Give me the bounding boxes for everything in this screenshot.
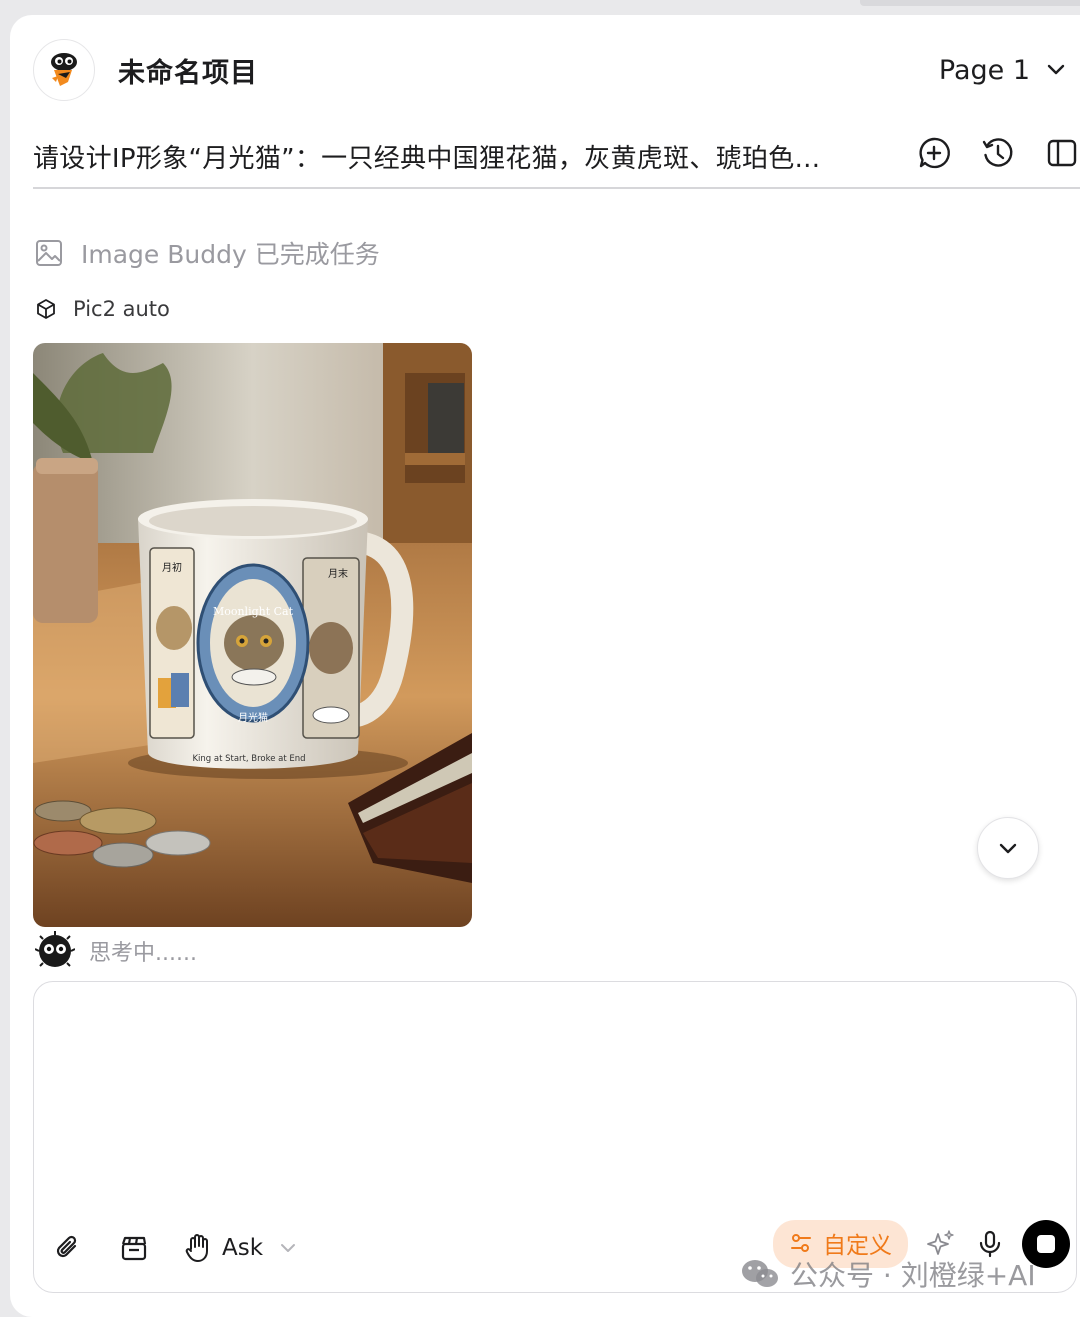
mug-badge-top: Moonlight Cat	[213, 605, 294, 618]
customize-button[interactable]: 自定义	[773, 1220, 908, 1268]
clapperboard-icon	[121, 1236, 147, 1261]
page-selector-label: Page 1	[938, 54, 1030, 86]
chat-panel: 未命名项目 Page 1 请设计IP形象“月光猫”：一只经典中国狸花猫，灰黄虎斑…	[10, 15, 1080, 1317]
voice-input-button[interactable]	[972, 1226, 1008, 1262]
prompt-title[interactable]: 请设计IP形象“月光猫”：一只经典中国狸花猫，灰黄虎斑、琥珀色...	[33, 138, 853, 175]
enhance-button[interactable]	[922, 1226, 958, 1262]
history-button[interactable]	[980, 135, 1016, 171]
task-status-row: Image Buddy 已完成任务	[35, 235, 380, 271]
mug-photo: Moonlight Cat 月光猫 月初 月末 King at Start, B…	[33, 343, 472, 927]
image-icon	[36, 240, 62, 266]
mode-label: Ask	[222, 1235, 264, 1261]
window-top-strip	[860, 0, 1080, 6]
project-title: 未命名项目	[118, 57, 258, 89]
attach-button[interactable]	[50, 1230, 86, 1266]
thinking-text: 思考中......	[89, 941, 197, 966]
page-selector[interactable]: Page 1	[939, 55, 1068, 86]
mug-panel-left-label: 月初	[162, 561, 182, 574]
mode-selector[interactable]: Ask	[182, 1232, 299, 1264]
paperclip-icon	[56, 1235, 77, 1258]
model-name: Pic2 auto	[73, 297, 170, 321]
header: 未命名项目 Page 1	[33, 38, 1068, 102]
sliders-icon	[791, 1234, 811, 1252]
add-chat-icon	[919, 137, 950, 169]
composer: Ask 自定义	[33, 981, 1077, 1293]
model-row: Pic2 auto	[35, 297, 170, 321]
app-logo	[33, 39, 95, 101]
soot-sprite-avatar-icon	[35, 931, 75, 967]
chevron-down-icon	[1047, 64, 1065, 75]
mug-caption: King at Start, Broke at End	[192, 754, 305, 764]
generated-image[interactable]: Moonlight Cat 月光猫 月初 月末 King at Start, B…	[33, 343, 472, 927]
prompt-row: 请设计IP形象“月光猫”：一只经典中国狸花猫，灰黄虎斑、琥珀色...	[33, 123, 1080, 189]
customize-label: 自定义	[823, 1233, 892, 1259]
composer-tools-left: Ask	[50, 1230, 299, 1266]
task-status-text: Image Buddy 已完成任务	[81, 240, 380, 269]
stop-icon	[1037, 1235, 1055, 1253]
clapper-button[interactable]	[116, 1230, 152, 1266]
cube-icon	[37, 299, 55, 319]
microphone-icon	[979, 1230, 1001, 1258]
sidebar-toggle-icon	[1047, 139, 1077, 167]
sidebar-toggle-button[interactable]	[1044, 135, 1080, 171]
sparkle-icon	[927, 1230, 954, 1255]
chevron-down-icon	[999, 843, 1017, 854]
chevron-down-icon	[281, 1244, 296, 1252]
mug-panel-right-label: 月末	[328, 567, 348, 580]
header-divider	[33, 187, 1080, 189]
scroll-to-bottom-button[interactable]	[977, 817, 1039, 879]
composer-tools-right: 自定义	[773, 1220, 1070, 1268]
stop-generation-button[interactable]	[1022, 1220, 1070, 1268]
mug-badge-bottom: 月光猫	[238, 711, 268, 724]
history-icon	[982, 138, 1013, 167]
mascot-logo-icon	[51, 53, 77, 86]
thinking-row: 思考中......	[35, 931, 197, 971]
message-input[interactable]	[54, 998, 1056, 1198]
hand-icon	[185, 1234, 208, 1262]
prompt-actions	[916, 135, 1080, 171]
new-chat-button[interactable]	[916, 135, 952, 171]
